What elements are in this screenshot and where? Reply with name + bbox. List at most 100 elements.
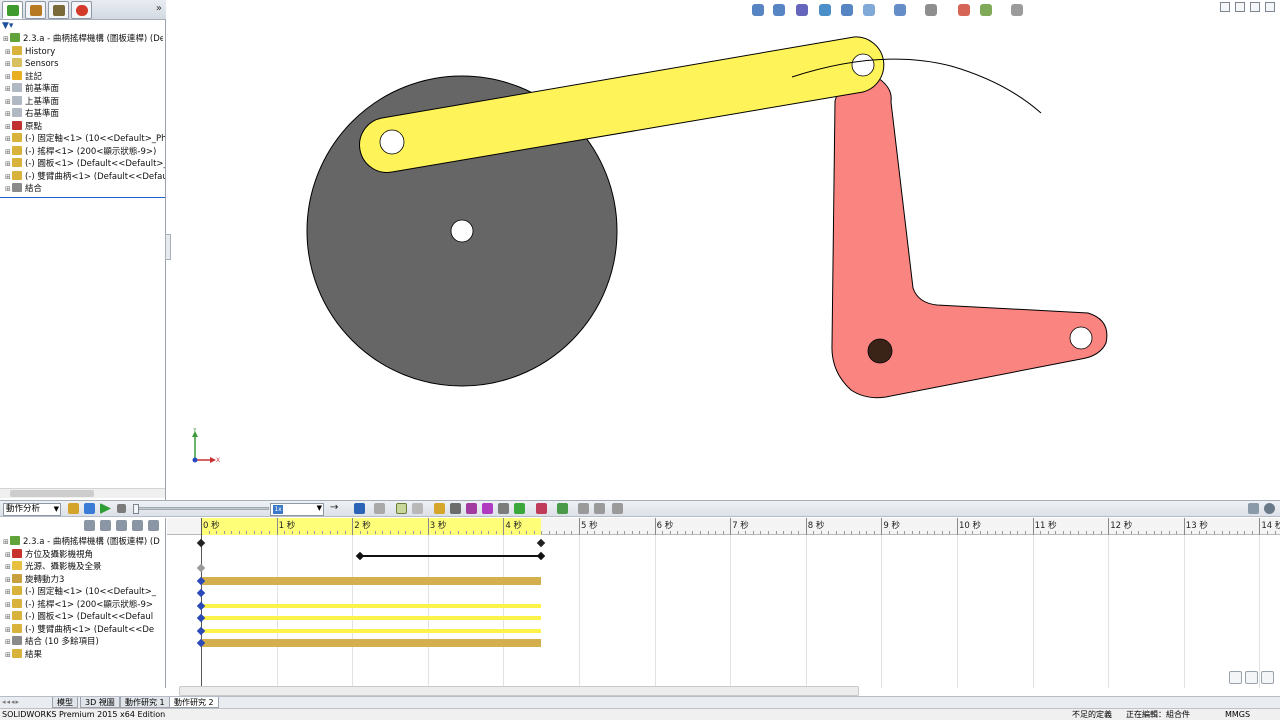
feature-tree-tab[interactable]	[2, 1, 23, 19]
contact-icon[interactable]	[498, 503, 509, 514]
key-point[interactable]	[196, 563, 206, 573]
key-point[interactable]	[196, 538, 206, 548]
zoom-out-icon[interactable]	[1261, 671, 1274, 684]
tab-model[interactable]: 模型	[52, 697, 78, 708]
expand-toggle-icon[interactable]: ⊞	[5, 549, 12, 561]
property-tab[interactable]	[25, 1, 46, 19]
timeline-area[interactable]: 0 秒 1 秒 2 秒 3 秒 4 秒 5 秒 6 秒 7 秒 8 秒 9 秒 10 秒 11 秒 12…	[167, 518, 1280, 688]
timeline-scrollbar[interactable]	[179, 686, 859, 696]
playback-speed-select[interactable]: 1x ▼	[270, 503, 324, 516]
tree-item[interactable]: ⊞ 結合	[5, 183, 165, 195]
playback-mode-icon[interactable]: →	[330, 503, 341, 514]
tree-item[interactable]: ⊞ 結果	[5, 648, 165, 661]
key-point[interactable]	[355, 551, 364, 560]
expand-toggle-icon[interactable]: ⊞	[5, 636, 12, 648]
animation-wizard-icon[interactable]	[374, 503, 385, 514]
tree-item[interactable]: ⊞ (-) 搖桿<1> (200<顯示狀態-9>)	[5, 145, 165, 158]
expand-toggle-icon[interactable]: ⊞	[5, 58, 12, 70]
more-tabs-chevron-icon[interactable]: »	[156, 3, 162, 14]
add-key-icon[interactable]	[412, 503, 423, 514]
tree-item[interactable]: ⊞ History	[5, 45, 165, 58]
configuration-tab[interactable]	[48, 1, 69, 19]
component-bar[interactable]	[201, 603, 542, 608]
expand-toggle-icon[interactable]: ⊞	[5, 71, 12, 83]
tree-item[interactable]: ⊞ 原點	[5, 120, 165, 133]
expand-toggle-icon[interactable]: ⊞	[5, 108, 12, 120]
tab-scroll-arrows-icon[interactable]: ◂◂◂▸	[2, 698, 20, 706]
autokey-icon[interactable]	[396, 503, 407, 514]
gravity-icon[interactable]	[514, 503, 525, 514]
play-icon[interactable]	[100, 503, 111, 514]
expand-toggle-icon[interactable]: ⊞	[5, 599, 12, 611]
zoom-in-icon[interactable]	[1245, 671, 1258, 684]
collapse-icon[interactable]	[578, 503, 589, 514]
scrollbar-thumb[interactable]	[10, 490, 94, 497]
tab-motion-study-1[interactable]: 動作研究 1	[120, 697, 170, 708]
appearance-tab[interactable]	[71, 1, 92, 19]
component-bar[interactable]	[201, 628, 542, 633]
motion-study-properties-icon[interactable]	[557, 503, 568, 514]
expand-toggle-icon[interactable]: ⊞	[5, 83, 12, 95]
expand-toggle-icon[interactable]: ⊞	[5, 96, 12, 108]
expand-toggle-icon[interactable]: ⊞	[3, 33, 10, 45]
expand-toggle-icon[interactable]: ⊞	[5, 624, 12, 636]
change-bar[interactable]	[359, 554, 542, 557]
tree-item[interactable]: ⊞ 2.3.a - 曲柄搖桿機構 (圖板連桿) (Defau	[3, 33, 163, 45]
key-point[interactable]	[196, 588, 206, 598]
expand-toggle-icon[interactable]: ⊞	[5, 146, 12, 158]
key-point[interactable]	[536, 538, 546, 548]
force-icon[interactable]	[482, 503, 493, 514]
expand-toggle-icon[interactable]: ⊞	[5, 649, 12, 661]
tree-item[interactable]: ⊞ (-) 圓板<1> (Default<<Defaul	[5, 611, 165, 623]
tree-item[interactable]: ⊞ 上基準面	[5, 95, 165, 108]
expand-toggle-icon[interactable]: ⊞	[5, 46, 12, 58]
tree-item[interactable]: ⊞ 註記	[5, 70, 165, 83]
play-from-start-icon[interactable]	[84, 503, 95, 514]
feature-tree-scrollbar[interactable]	[0, 488, 165, 498]
expand-toggle-icon[interactable]: ⊞	[5, 121, 12, 133]
panel-layout-icon[interactable]	[1248, 503, 1259, 514]
tab-3d-views[interactable]: 3D 視圖	[80, 697, 120, 708]
tree-item[interactable]: ⊞ 光源、攝影機及全景	[5, 561, 165, 573]
stop-icon[interactable]	[117, 504, 126, 513]
tree-item[interactable]: ⊞ (-) 雙臂曲柄<1> (Default<<De	[5, 623, 165, 636]
tree-item[interactable]: ⊞ (-) 雙臂曲柄<1> (Default<<Defaul	[5, 170, 165, 183]
expand-toggle-icon[interactable]: ⊞	[5, 574, 12, 586]
expand-toggle-icon[interactable]: ⊞	[5, 183, 12, 195]
key-point[interactable]	[536, 551, 546, 560]
filter-selected-icon[interactable]	[116, 520, 127, 531]
tree-item[interactable]: ⊞ (-) 固定軸<1> (10<<Default>_	[5, 586, 165, 598]
collapse-motion-manager-icon[interactable]	[1264, 503, 1275, 514]
tree-item[interactable]: ⊞ 方位及攝影機視角	[5, 548, 165, 561]
tree-item[interactable]: ⊞ (-) 搖桿<1> (200<顯示狀態-9>	[5, 598, 165, 611]
expand-toggle-icon[interactable]: ⊞	[5, 171, 12, 183]
tree-item[interactable]: ⊞ Sensors	[5, 58, 165, 70]
spring-icon[interactable]	[450, 503, 461, 514]
expand-toggle-icon[interactable]: ⊞	[3, 536, 10, 548]
calculate-icon[interactable]	[68, 503, 79, 514]
filter-results-icon[interactable]	[132, 520, 143, 531]
time-ruler[interactable]: 0 秒 1 秒 2 秒 3 秒 4 秒 5 秒 6 秒 7 秒 8 秒 9 秒 10 秒 11 秒 12…	[167, 518, 1280, 535]
expand-toggle-icon[interactable]: ⊞	[5, 561, 12, 573]
filter-driving-icon[interactable]	[100, 520, 111, 531]
tab-motion-study-2[interactable]: 動作研究 2	[169, 697, 219, 708]
autofit-icon[interactable]	[148, 520, 159, 531]
playback-slider[interactable]	[133, 504, 269, 514]
expand-toggle-icon[interactable]: ⊞	[5, 158, 12, 170]
motor-bar[interactable]	[201, 639, 542, 647]
view-layout-icon[interactable]	[612, 503, 623, 514]
filter-animated-icon[interactable]	[84, 520, 95, 531]
tree-item[interactable]: ⊞ (-) 固定軸<1> (10<<Default>_Pho	[5, 133, 165, 145]
playback-thumb[interactable]	[133, 504, 139, 514]
expand-toggle-icon[interactable]: ⊞	[5, 133, 12, 145]
tree-item[interactable]: ⊞ 2.3.a - 曲柄搖桿機構 (圖板連桿) (D	[3, 536, 163, 548]
tree-item[interactable]: ⊞ 右基準面	[5, 108, 165, 120]
tree-item[interactable]: ⊞ (-) 圓板<1> (Default<<Default>_P	[5, 158, 165, 170]
expand-toggle-icon[interactable]: ⊞	[5, 611, 12, 623]
tree-item[interactable]: ⊞ 旋轉動力3	[5, 573, 165, 586]
zoom-to-fit-icon[interactable]	[1229, 671, 1242, 684]
component-bar[interactable]	[201, 616, 542, 620]
damper-icon[interactable]	[466, 503, 477, 514]
results-plots-icon[interactable]	[536, 503, 547, 514]
expand-toggle-icon[interactable]: ⊞	[5, 586, 12, 598]
